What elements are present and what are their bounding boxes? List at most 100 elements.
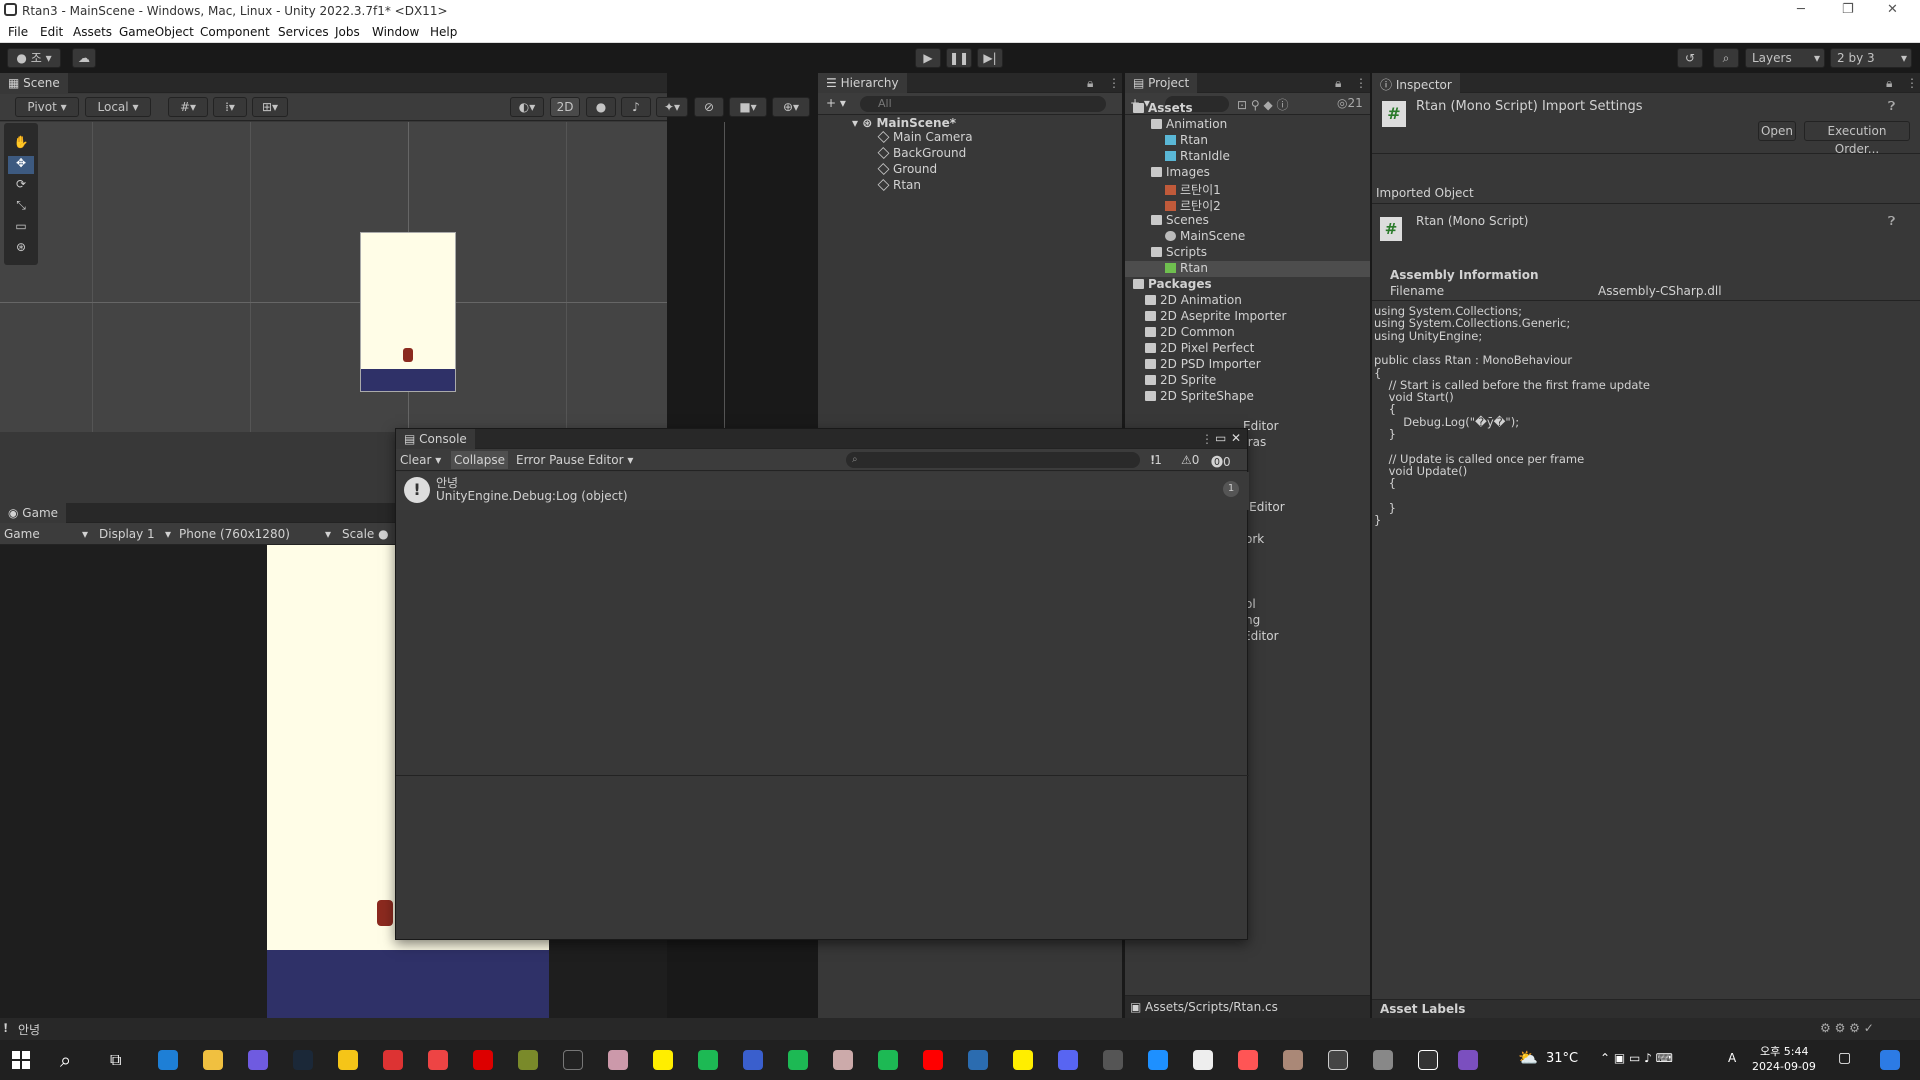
tab-scene[interactable]: ▦ Scene bbox=[0, 73, 68, 93]
app-icon[interactable] bbox=[743, 1050, 763, 1070]
project-item[interactable]: Animation bbox=[1125, 117, 1370, 133]
more-icon[interactable]: ⋮ bbox=[1201, 432, 1213, 446]
hierarchy-search[interactable]: All bbox=[860, 96, 1106, 112]
lock-icon[interactable]: 🔒︎ bbox=[1886, 76, 1892, 91]
project-item[interactable]: 2D Animation bbox=[1125, 293, 1370, 309]
collapse-button[interactable]: Collapse bbox=[451, 451, 508, 469]
layout-dropdown[interactable]: 2 by 3 ▾ bbox=[1830, 48, 1912, 68]
hierarchy-item[interactable]: Main Camera bbox=[877, 130, 973, 144]
game-view-dropdown[interactable]: Game ▾ bbox=[4, 527, 88, 541]
menu-window[interactable]: Window bbox=[372, 25, 419, 39]
menu-gameobject[interactable]: GameObject bbox=[119, 25, 194, 39]
app-icon[interactable] bbox=[653, 1050, 673, 1070]
project-item[interactable]: Packages bbox=[1125, 277, 1370, 293]
tab-console[interactable]: ▤ Console bbox=[396, 429, 475, 449]
project-item[interactable]: Rtan bbox=[1125, 261, 1370, 277]
tray-icons[interactable]: ⌃ ▣ ▭ ♪ ⌨ bbox=[1600, 1051, 1673, 1065]
info-count-toggle[interactable]: ❗︎1 bbox=[1151, 453, 1162, 468]
ime-indicator[interactable]: A bbox=[1728, 1051, 1736, 1065]
project-item[interactable]: RtanIdle bbox=[1125, 149, 1370, 165]
app-icon[interactable] bbox=[1373, 1050, 1393, 1070]
menu-services[interactable]: Services bbox=[278, 25, 329, 39]
app-icon[interactable] bbox=[248, 1050, 268, 1070]
app-icon[interactable] bbox=[833, 1050, 853, 1070]
snap-increment-icon[interactable]: ⁞▾ bbox=[213, 97, 247, 117]
notepad-icon[interactable] bbox=[1193, 1050, 1213, 1070]
2d-toggle[interactable]: 2D bbox=[550, 97, 580, 117]
lock-icon[interactable]: 🔒︎ bbox=[1087, 76, 1093, 91]
project-item[interactable]: Rtan bbox=[1125, 133, 1370, 149]
execution-order-button[interactable]: Execution Order... bbox=[1804, 121, 1910, 156]
app-icon[interactable] bbox=[878, 1050, 898, 1070]
project-item[interactable]: 2D PSD Importer bbox=[1125, 357, 1370, 373]
project-item[interactable]: 2D Aseprite Importer bbox=[1125, 309, 1370, 325]
task-view-icon[interactable]: ⧉ bbox=[110, 1050, 121, 1070]
error-count-toggle[interactable]: ⓿0 bbox=[1211, 453, 1231, 470]
youtube-icon[interactable] bbox=[923, 1050, 943, 1070]
app-icon[interactable] bbox=[473, 1050, 493, 1070]
menu-component[interactable]: Component bbox=[200, 25, 270, 39]
pivot-dropdown[interactable]: Pivot ▾ bbox=[15, 97, 79, 117]
effects-icon[interactable]: ✦▾ bbox=[656, 97, 688, 117]
pause-button[interactable]: ❚❚ bbox=[946, 48, 972, 68]
project-item[interactable]: MainScene bbox=[1125, 229, 1370, 245]
menu-edit[interactable]: Edit bbox=[40, 25, 63, 39]
app-icon[interactable] bbox=[698, 1050, 718, 1070]
menu-jobs[interactable]: Jobs bbox=[335, 25, 360, 39]
project-item[interactable]: 르탄이2 bbox=[1125, 197, 1370, 213]
project-item[interactable]: Scripts bbox=[1125, 245, 1370, 261]
windows-start-icon[interactable] bbox=[12, 1051, 30, 1069]
layers-dropdown[interactable]: Layers ▾ bbox=[1745, 48, 1825, 68]
scene-view[interactable] bbox=[0, 122, 725, 432]
console-splitter[interactable] bbox=[396, 775, 1249, 776]
console-search[interactable]: ⌕ bbox=[846, 452, 1140, 468]
help-icon[interactable]: ❓︎ bbox=[1888, 214, 1895, 229]
tab-hierarchy[interactable]: ☰ Hierarchy bbox=[818, 73, 907, 93]
align-icon[interactable]: ⊞▾ bbox=[252, 97, 288, 117]
draw-mode-icon[interactable]: ◐▾ bbox=[510, 97, 544, 117]
search-icon[interactable]: ⌕ bbox=[60, 1048, 71, 1072]
error-pause-button[interactable]: Error Pause bbox=[516, 453, 584, 467]
weather-temp[interactable]: 31°C bbox=[1546, 1051, 1578, 1066]
history-icon[interactable]: ↺ bbox=[1677, 48, 1703, 68]
app-icon[interactable] bbox=[563, 1050, 583, 1070]
editor-dropdown[interactable]: Editor ▾ bbox=[588, 453, 633, 467]
audio-icon[interactable]: ♪ bbox=[621, 97, 651, 117]
copilot-icon[interactable] bbox=[1880, 1050, 1900, 1070]
lighting-icon[interactable]: ● bbox=[586, 97, 616, 117]
more-icon[interactable]: ⋮ bbox=[1355, 76, 1367, 90]
app-icon[interactable] bbox=[338, 1050, 358, 1070]
rotate-tool-icon[interactable]: ⟳ bbox=[8, 177, 34, 195]
play-button[interactable]: ▶ bbox=[915, 48, 941, 68]
menu-help[interactable]: Help bbox=[430, 25, 457, 39]
notification-icon[interactable]: ▢ bbox=[1838, 1050, 1851, 1066]
scene-root[interactable]: ▾ ⊛ MainScene* bbox=[852, 116, 956, 130]
app-icon[interactable] bbox=[1283, 1050, 1303, 1070]
visibility-icon[interactable]: ⊘ bbox=[694, 97, 724, 117]
local-dropdown[interactable]: Local ▾ bbox=[85, 97, 151, 117]
discord-icon[interactable] bbox=[1058, 1050, 1078, 1070]
hierarchy-item[interactable]: Ground bbox=[877, 162, 937, 176]
maximize-icon[interactable]: ▭ bbox=[1215, 431, 1226, 445]
status-icons[interactable]: ⚙ ⚙ ⚙ ✓ bbox=[1820, 1021, 1874, 1035]
grid-snap-icon[interactable]: #▾ bbox=[168, 97, 208, 117]
close-icon[interactable]: ✕ bbox=[1231, 431, 1241, 445]
display-dropdown[interactable]: Display 1 ▾ bbox=[99, 527, 171, 541]
app-icon[interactable] bbox=[608, 1050, 628, 1070]
cloud-icon[interactable]: ☁ bbox=[72, 48, 96, 68]
kakaotalk-icon[interactable] bbox=[1013, 1050, 1033, 1070]
app-icon[interactable] bbox=[518, 1050, 538, 1070]
transform-tool-icon[interactable]: ⊛ bbox=[8, 240, 34, 258]
project-item[interactable]: Assets bbox=[1125, 101, 1370, 117]
app-icon[interactable] bbox=[1238, 1050, 1258, 1070]
weather-icon[interactable]: ⛅ bbox=[1518, 1048, 1538, 1067]
app-icon[interactable] bbox=[1148, 1050, 1168, 1070]
clock-time[interactable]: 오후 5:44 bbox=[1760, 1043, 1808, 1059]
project-item[interactable]: Images bbox=[1125, 165, 1370, 181]
more-icon[interactable]: ⋮ bbox=[1906, 76, 1918, 90]
menu-assets[interactable]: Assets bbox=[73, 25, 112, 39]
app-icon[interactable] bbox=[383, 1050, 403, 1070]
app-icon[interactable] bbox=[428, 1050, 448, 1070]
add-icon[interactable]: + ▾ bbox=[826, 96, 846, 110]
tab-game[interactable]: ◉ Game bbox=[0, 503, 67, 523]
